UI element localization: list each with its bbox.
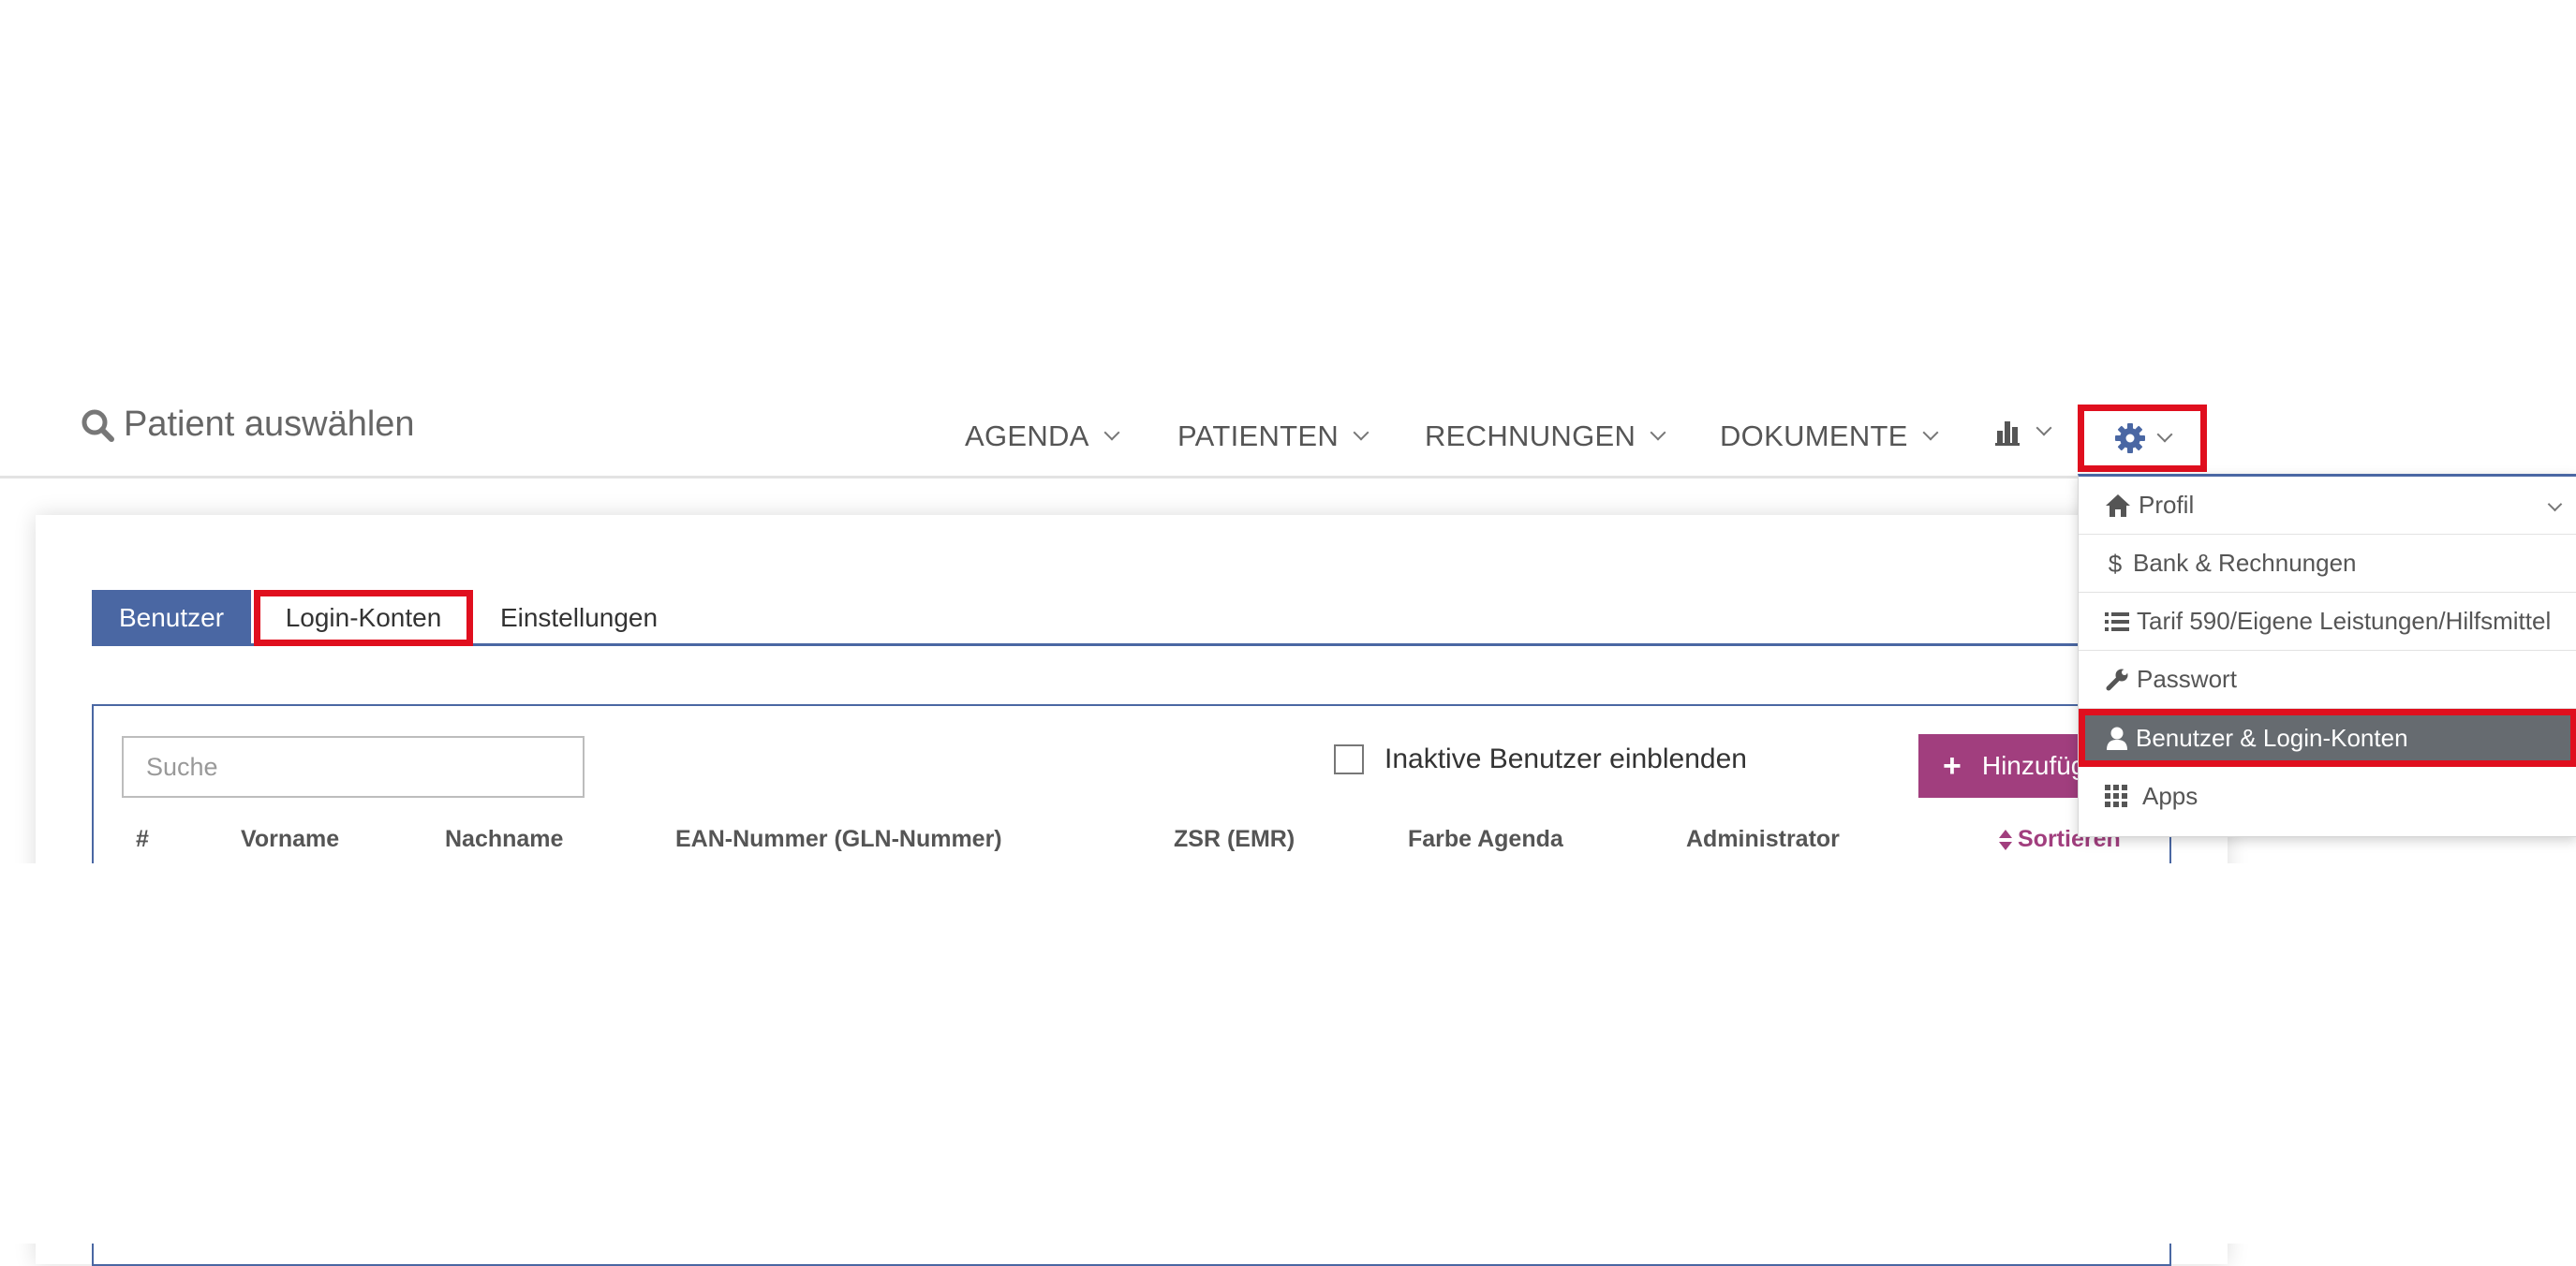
menu-item-label: Benutzer & Login-Konten [2136,723,2408,752]
settings-menu-button[interactable] [2078,405,2207,472]
chevron-down-icon [1922,424,1939,441]
nav-patienten[interactable]: PATIENTEN [1177,420,1369,453]
tab-einstellungen[interactable]: Einstellungen [481,590,676,646]
nav-agenda[interactable]: AGENDA [965,420,1120,453]
menu-item-profil[interactable]: Profil [2079,477,2576,535]
wrench-icon [2106,669,2128,690]
chevron-down-icon [2036,420,2052,436]
chevron-down-icon [1103,424,1120,441]
show-inactive-checkbox[interactable] [1334,744,1364,774]
menu-item-label: Tarif 590/Eigene Leistungen/Hilfsmittel [2137,607,2552,635]
apps-grid-icon [2105,785,2127,807]
menu-item-apps[interactable]: Apps [2079,767,2576,825]
settings-dropdown-menu: Profil $ Bank & Rechnungen Tarif 590/Eig… [2078,474,2576,837]
bar-chart-icon [1995,421,2020,446]
nav-rechnungen[interactable]: RECHNUNGEN [1425,420,1666,453]
tab-benutzer[interactable]: Benutzer [92,590,251,646]
sort-icon [1999,829,2012,850]
home-icon [2106,493,2130,517]
nav-patienten-label: PATIENTEN [1177,420,1340,452]
nav-agenda-label: AGENDA [965,420,1089,452]
column-header-ean: EAN-Nummer (GLN-Nummer) [675,826,1002,852]
list-icon [2105,611,2129,631]
nav-dokumente[interactable]: DOKUMENTE [1720,420,1939,453]
menu-item-label: Passwort [2137,665,2237,693]
chevron-down-icon [1353,424,1369,441]
menu-item-tarif[interactable]: Tarif 590/Eigene Leistungen/Hilfsmittel [2079,593,2576,651]
gear-icon [2115,423,2145,453]
user-icon [2107,727,2127,750]
nav-dokumente-label: DOKUMENTE [1720,420,1908,452]
menu-item-bank-rechnungen[interactable]: $ Bank & Rechnungen [2079,535,2576,593]
page-background [0,863,2576,1244]
column-header-nachname: Nachname [445,826,564,852]
column-header-farbe-agenda: Farbe Agenda [1408,826,1563,852]
column-header-vorname: Vorname [241,826,340,852]
plus-icon: + [1943,747,1962,784]
column-header-number: # [136,826,149,852]
tab-login-konten[interactable]: Login-Konten [254,590,473,646]
chevron-down-icon [2156,426,2173,443]
search-input[interactable]: Suche [122,736,585,798]
menu-item-label: Apps [2142,781,2198,810]
svg-text:$: $ [2109,551,2123,577]
nav-rechnungen-label: RECHNUNGEN [1425,420,1636,452]
search-icon [81,409,114,442]
patient-select[interactable]: Patient auswählen [81,405,415,445]
chevron-down-icon [2547,496,2563,512]
menu-item-label: Profil [2139,491,2195,519]
dollar-icon: $ [2109,551,2123,577]
menu-item-passwort[interactable]: Passwort [2079,651,2576,709]
column-header-zsr: ZSR (EMR) [1174,826,1295,852]
column-header-administrator: Administrator [1686,826,1840,852]
nav-statistics[interactable] [1993,418,2052,446]
patient-select-label: Patient auswählen [124,405,415,444]
menu-item-label: Bank & Rechnungen [2133,549,2357,577]
show-inactive-label: Inaktive Benutzer einblenden [1384,743,1747,774]
chevron-down-icon [1650,424,1666,441]
menu-item-benutzer-login-konten[interactable]: Benutzer & Login-Konten [2079,709,2576,767]
